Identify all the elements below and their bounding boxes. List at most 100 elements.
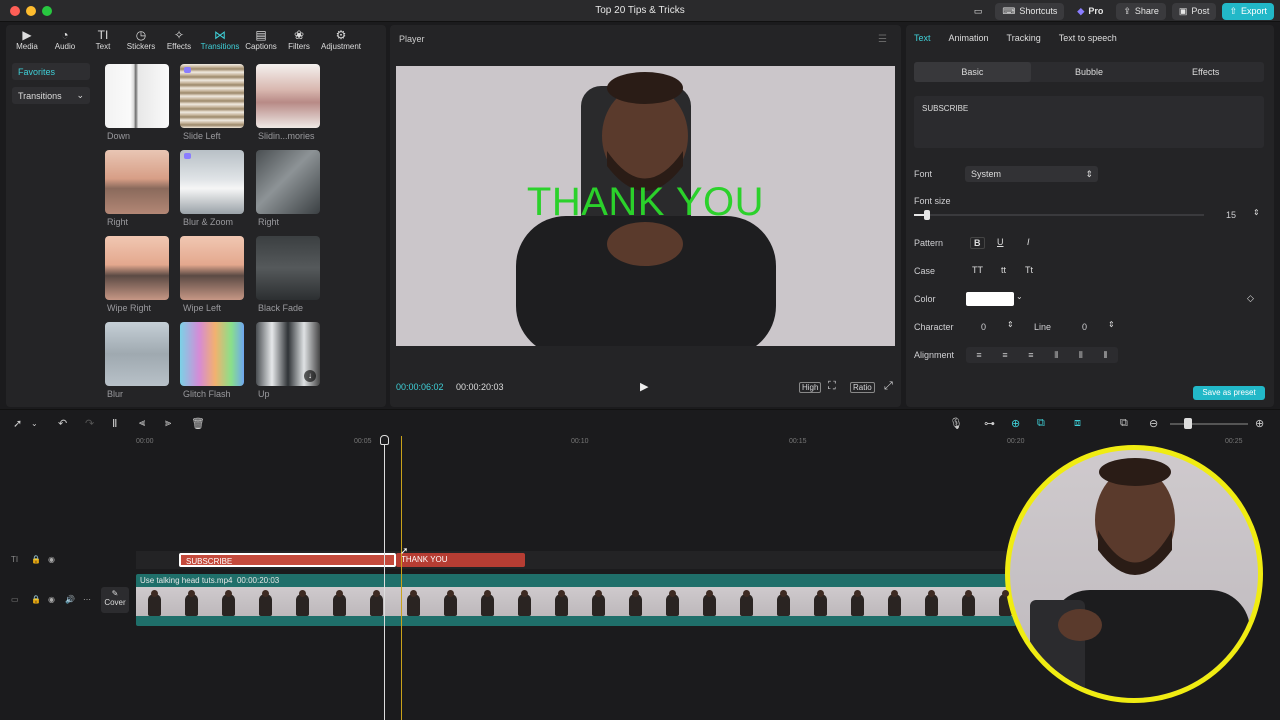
layout-icon[interactable]: ▭ — [967, 3, 990, 20]
quality-button[interactable]: High — [799, 382, 822, 393]
stepper-icon[interactable]: ⇕ — [1007, 320, 1014, 329]
subtab-effects[interactable]: Effects — [1147, 62, 1264, 82]
tab-stickers[interactable]: ◷ Stickers — [122, 26, 160, 56]
chevron-down-icon[interactable]: ⌄ — [31, 419, 38, 428]
snap-icon[interactable]: ⧉ — [1037, 417, 1045, 430]
tab-captions[interactable]: ▤ Captions — [242, 26, 280, 56]
sidebar-item-transitions[interactable]: Transitions ⌄ — [12, 87, 90, 104]
lock-icon[interactable]: 🔒 — [31, 555, 41, 564]
ratio-button[interactable]: Ratio — [850, 382, 875, 393]
font-size-slider-handle[interactable] — [924, 210, 930, 220]
tab-effects[interactable]: ✧ Effects — [160, 26, 198, 56]
tab-audio[interactable]: ◔ Audio — [46, 26, 84, 56]
keyframe-icon[interactable]: ◇ — [1247, 293, 1254, 304]
align-top-icon[interactable]: ⦀ — [1054, 350, 1058, 361]
text-clip-subscribe[interactable]: SUBSCRIBE — [179, 553, 396, 567]
export-button[interactable]: ⇧ Export — [1222, 2, 1274, 20]
zoom-in-icon[interactable]: ⊕ — [1255, 417, 1264, 430]
preview-axis-icon[interactable]: ⧈ — [1074, 417, 1081, 430]
transition-thumb-slide-left[interactable] — [180, 64, 244, 128]
case-uppercase-button[interactable]: TT — [972, 265, 983, 275]
undo-icon[interactable]: ↶ — [58, 417, 67, 430]
menu-icon[interactable]: ☰ — [878, 34, 887, 45]
tab-transitions[interactable]: ⋈ Transitions — [198, 26, 242, 56]
microphone-icon[interactable]: 🎙 — [949, 417, 963, 430]
delete-icon[interactable]: 🗑 — [191, 417, 205, 430]
color-swatch[interactable] — [966, 292, 1014, 306]
transition-thumb-wipe-left[interactable] — [180, 236, 244, 300]
subtab-basic[interactable]: Basic — [914, 62, 1031, 82]
playhead[interactable] — [384, 436, 385, 720]
link-icon[interactable]: ⊶ — [984, 417, 995, 430]
case-lowercase-button[interactable]: tt — [1001, 265, 1006, 275]
split-icon[interactable]: Ⅱ — [112, 417, 117, 430]
playhead-handle[interactable] — [380, 435, 389, 445]
sidebar-item-favorites[interactable]: Favorites — [12, 63, 90, 80]
cover-button[interactable]: ✎ Cover — [101, 587, 129, 613]
share-button[interactable]: ⇪ Share — [1116, 2, 1166, 20]
zoom-out-icon[interactable]: ⊖ — [1149, 417, 1158, 430]
screenshot-icon[interactable]: ⛶ — [828, 380, 836, 393]
tab-adjustment[interactable]: ⚙ Adjustment — [318, 26, 364, 56]
eye-icon[interactable]: ◉ — [48, 555, 55, 564]
stepper-icon[interactable]: ⇕ — [1253, 208, 1260, 217]
download-icon[interactable]: ↓ — [304, 370, 316, 382]
stepper-icon[interactable]: ⇕ — [1108, 320, 1115, 329]
tab-media[interactable]: ▶ Media — [8, 26, 46, 56]
redo-icon[interactable]: ↷ — [85, 417, 94, 430]
split-right-icon[interactable]: ⫸ — [165, 417, 171, 430]
tab-filters[interactable]: ❀ Filters — [280, 26, 318, 56]
eye-icon[interactable]: ◉ — [48, 595, 55, 604]
play-button[interactable]: ▶ — [640, 380, 648, 393]
font-select[interactable]: System ⇕ — [965, 166, 1098, 182]
transition-thumb-blur-zoom[interactable] — [180, 150, 244, 214]
bold-button[interactable]: B — [970, 237, 985, 249]
transition-thumb-glitch-flash[interactable] — [180, 322, 244, 386]
transition-thumb-right[interactable] — [105, 150, 169, 214]
transition-thumb-down[interactable] — [105, 64, 169, 128]
video-clip[interactable]: Use talking head tuts.mp4 00:00:20:03 — [136, 574, 1016, 626]
underline-button[interactable]: U — [997, 237, 1004, 247]
split-left-icon[interactable]: ⫷ — [139, 417, 145, 430]
magnet-icon[interactable]: ⊕ — [1011, 417, 1020, 430]
transition-thumb-wipe-right[interactable] — [105, 236, 169, 300]
more-icon[interactable]: ⋯ — [83, 595, 91, 604]
transition-thumb-black-fade[interactable] — [256, 236, 320, 300]
character-value[interactable]: 0 — [981, 322, 986, 332]
tab-text[interactable]: TI Text — [84, 26, 122, 56]
zoom-slider[interactable] — [1170, 423, 1248, 425]
tab-tracking[interactable]: Tracking — [1007, 33, 1041, 43]
line-value[interactable]: 0 — [1082, 322, 1087, 332]
align-left-icon[interactable]: ≡ — [976, 350, 981, 360]
transition-thumb-up[interactable]: ↓ — [256, 322, 320, 386]
text-clip-thank-you[interactable]: THANK YOU — [396, 553, 525, 567]
tab-text-inspector[interactable]: Text — [914, 33, 931, 43]
transition-thumb-sliding-memories[interactable] — [256, 64, 320, 128]
tab-text-to-speech[interactable]: Text to speech — [1059, 33, 1117, 43]
subtab-bubble[interactable]: Bubble — [1031, 62, 1148, 82]
zoom-slider-handle[interactable] — [1184, 418, 1192, 429]
post-button[interactable]: ▣ Post — [1171, 2, 1217, 20]
shortcuts-button[interactable]: ⌨ Shortcuts — [995, 2, 1065, 20]
lock-icon[interactable]: 🔒 — [31, 595, 41, 604]
transition-thumb-blur[interactable] — [105, 322, 169, 386]
select-tool-icon[interactable]: ➚ — [13, 417, 22, 430]
chevron-updown-icon: ⇕ — [1085, 169, 1093, 179]
font-size-value[interactable]: 15 — [1226, 210, 1236, 220]
align-right-icon[interactable]: ≡ — [1028, 350, 1033, 360]
speaker-icon[interactable]: 🔊 — [65, 595, 75, 604]
pro-button[interactable]: ◆ Pro — [1070, 3, 1110, 20]
transition-thumb-right-2[interactable] — [256, 150, 320, 214]
save-preset-button[interactable]: Save as preset — [1193, 386, 1265, 400]
align-center-icon[interactable]: ≡ — [1002, 350, 1007, 360]
align-middle-icon[interactable]: ⦀ — [1079, 350, 1083, 361]
fit-icon[interactable]: ⧉ — [1120, 417, 1128, 430]
text-content-input[interactable]: SUBSCRIBE — [914, 96, 1264, 148]
fullscreen-icon[interactable]: ⤢ — [884, 380, 893, 393]
tab-animation[interactable]: Animation — [949, 33, 989, 43]
chevron-down-icon[interactable]: ⌄ — [1016, 292, 1023, 301]
align-bottom-icon[interactable]: ⦀ — [1104, 350, 1108, 361]
italic-button[interactable]: I — [1027, 237, 1030, 247]
font-size-slider[interactable] — [914, 214, 1204, 216]
case-titlecase-button[interactable]: Tt — [1025, 265, 1033, 275]
